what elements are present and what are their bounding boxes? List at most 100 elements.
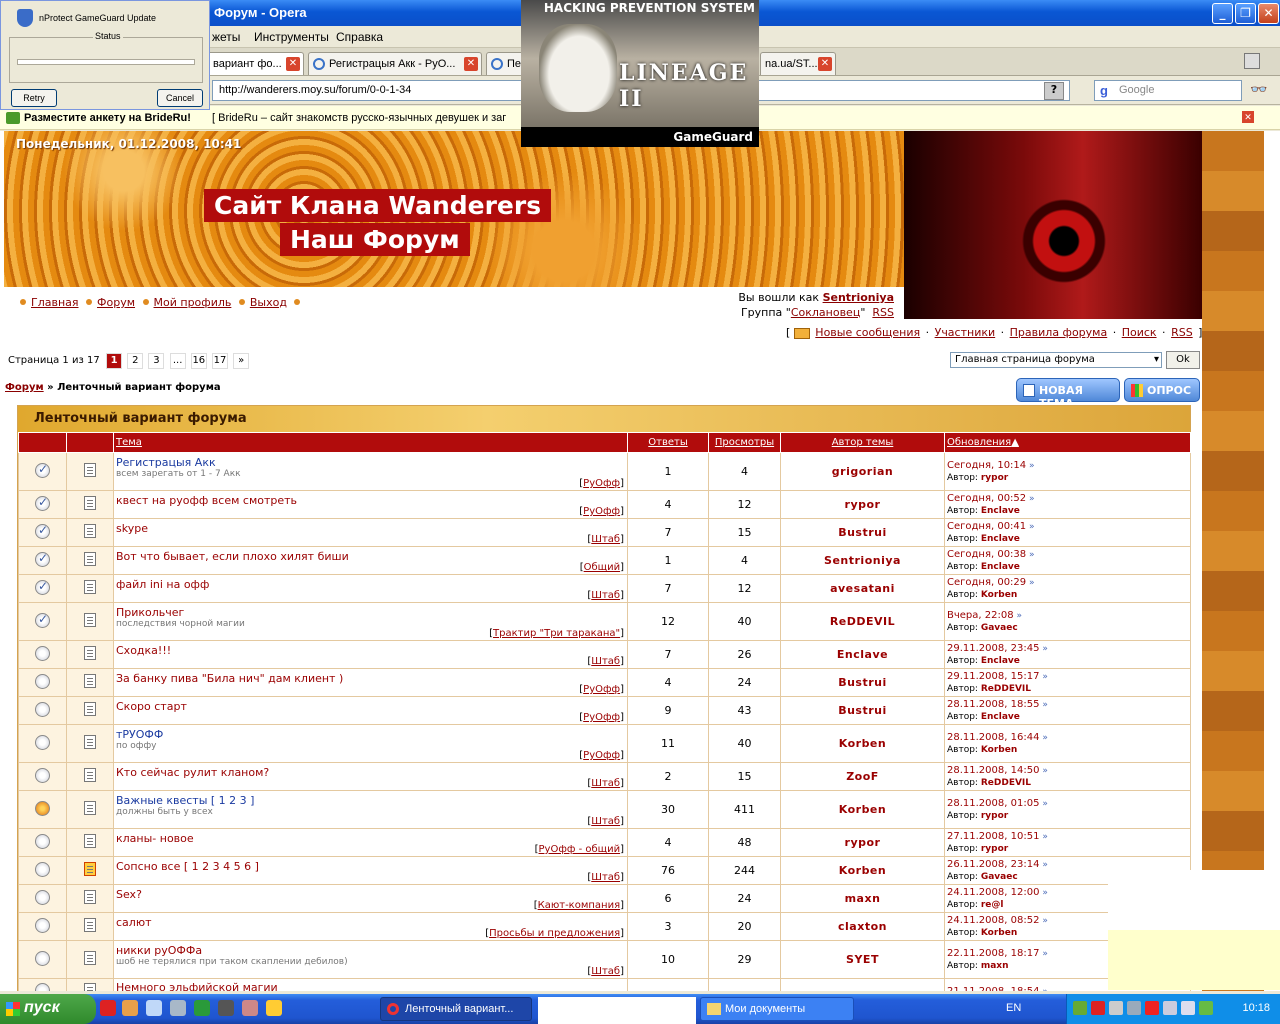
last-post-author[interactable]: Korben: [981, 928, 1017, 938]
topic-section-link[interactable]: Штаб: [591, 966, 620, 977]
user-link[interactable]: Sentrioniya: [823, 291, 894, 304]
last-post-author[interactable]: Enclave: [981, 562, 1020, 572]
help-icon[interactable]: ?: [1044, 82, 1064, 100]
topic-section-link[interactable]: Просьбы и предложения: [489, 928, 620, 939]
last-post-date[interactable]: 28.11.2008, 14:50: [947, 765, 1039, 776]
col-views[interactable]: Просмотры: [715, 437, 774, 448]
topic-author[interactable]: maxn: [780, 884, 945, 913]
topic-title[interactable]: квест на руофф всем смотреть: [116, 494, 624, 507]
breadcrumb-root[interactable]: Форум: [5, 382, 44, 393]
topic-title[interactable]: Прикольчег: [116, 606, 624, 619]
last-post-author[interactable]: rypor: [981, 473, 1008, 483]
topic-section-link[interactable]: РуОфф: [583, 506, 620, 517]
go-to-post-icon[interactable]: »: [1042, 766, 1048, 776]
last-post-date[interactable]: 29.11.2008, 15:17: [947, 671, 1039, 682]
task-my-documents[interactable]: Мои документы: [700, 997, 854, 1021]
topic-section-link[interactable]: РуОфф: [583, 684, 620, 695]
last-post-date[interactable]: Сегодня, 00:41: [947, 521, 1026, 532]
topic-section-link[interactable]: Трактир "Три таракана": [493, 628, 620, 639]
topic-section-link[interactable]: Общий: [584, 562, 620, 573]
tray-icon[interactable]: [1145, 1001, 1159, 1015]
go-to-post-icon[interactable]: »: [1042, 799, 1048, 809]
topic-title[interactable]: Кто сейчас рулит кланом?: [116, 766, 624, 779]
topic-author[interactable]: Korben: [780, 790, 945, 829]
tab-third[interactable]: Пер: [486, 52, 526, 75]
last-post-date[interactable]: 28.11.2008, 18:55: [947, 699, 1039, 710]
topic-author[interactable]: [780, 978, 945, 991]
topic-section-link[interactable]: Штаб: [591, 816, 620, 827]
page-17[interactable]: 17: [212, 353, 228, 369]
last-post-date[interactable]: 26.11.2008, 23:14: [947, 859, 1039, 870]
topic-section-link[interactable]: РуОфф: [583, 712, 620, 723]
topic-section-link[interactable]: РуОфф - общий: [539, 844, 621, 855]
go-to-post-icon[interactable]: »: [1042, 733, 1048, 743]
topic-title[interactable]: skype: [116, 522, 624, 535]
close-tab-icon[interactable]: ✕: [464, 57, 478, 71]
ad-link-2[interactable]: [ BrideRu – сайт знакомств русско-язычны…: [212, 112, 506, 124]
page-3[interactable]: 3: [148, 353, 165, 369]
col-updates[interactable]: Обновления: [947, 437, 1011, 448]
topic-section-link[interactable]: Штаб: [591, 872, 620, 883]
binoculars-icon[interactable]: 👓: [1250, 82, 1272, 98]
topic-author[interactable]: claxton: [780, 912, 945, 941]
language-indicator[interactable]: EN: [1006, 1002, 1021, 1014]
maximize-button[interactable]: ❐: [1235, 3, 1256, 24]
topic-title[interactable]: Немного эльфийской магии: [116, 981, 624, 991]
tray-icon[interactable]: [1109, 1001, 1123, 1015]
new-topic-button[interactable]: НОВАЯ ТЕМА: [1016, 378, 1120, 410]
topic-author[interactable]: grigorian: [780, 452, 945, 491]
retry-button[interactable]: Retry: [11, 89, 57, 107]
topic-title[interactable]: Важные квесты [ 1 2 3 ]: [116, 794, 624, 807]
topic-section-link[interactable]: Штаб: [591, 590, 620, 601]
tab-forum[interactable]: вариант фо... ✕: [206, 52, 304, 75]
ok-button[interactable]: Ok: [1166, 351, 1200, 369]
task-opera[interactable]: Ленточный вариант...: [380, 997, 532, 1021]
page-2[interactable]: 2: [127, 353, 144, 369]
tray-icon[interactable]: [1127, 1001, 1141, 1015]
last-post-date[interactable]: 21.11.2008, 18:54: [947, 986, 1039, 992]
menu-widgets[interactable]: жеты: [212, 30, 240, 44]
col-author[interactable]: Автор темы: [832, 437, 894, 448]
trash-icon[interactable]: [1244, 53, 1260, 69]
last-post-author[interactable]: ReDDEVIL: [981, 684, 1031, 694]
go-to-post-icon[interactable]: »: [1042, 987, 1048, 992]
go-to-post-icon[interactable]: »: [1042, 672, 1048, 682]
rss-link[interactable]: RSS: [1171, 326, 1193, 339]
topic-title[interactable]: файл ini на офф: [116, 578, 624, 591]
ad-link-1[interactable]: Разместите анкету на BrideRu!: [24, 112, 191, 124]
menu-help[interactable]: Справка: [336, 30, 383, 44]
close-ad-icon[interactable]: ✕: [1242, 111, 1254, 123]
go-to-post-icon[interactable]: »: [1029, 494, 1035, 504]
last-post-author[interactable]: ReDDEVIL: [981, 778, 1031, 788]
last-post-author[interactable]: Korben: [981, 745, 1017, 755]
topic-author[interactable]: Korben: [780, 856, 945, 885]
topic-author[interactable]: Bustrui: [780, 668, 945, 697]
group-link[interactable]: Сокланoвец: [791, 306, 861, 319]
go-to-post-icon[interactable]: »: [1042, 700, 1048, 710]
members-link[interactable]: Участники: [935, 326, 996, 339]
last-post-date[interactable]: 24.11.2008, 12:00: [947, 887, 1039, 898]
last-post-author[interactable]: Enclave: [981, 534, 1020, 544]
last-post-date[interactable]: Сегодня, 00:38: [947, 549, 1026, 560]
last-post-date[interactable]: 28.11.2008, 16:44: [947, 732, 1039, 743]
topic-author[interactable]: Korben: [780, 724, 945, 763]
last-post-author[interactable]: re@l: [981, 900, 1004, 910]
search-link[interactable]: Поиск: [1122, 326, 1157, 339]
last-post-author[interactable]: rypor: [981, 844, 1008, 854]
last-post-author[interactable]: Korben: [981, 590, 1017, 600]
close-tab-icon[interactable]: ✕: [818, 57, 832, 71]
last-post-date[interactable]: Сегодня, 00:29: [947, 577, 1026, 588]
last-post-author[interactable]: Gavaec: [981, 623, 1018, 633]
topic-author[interactable]: ZooF: [780, 762, 945, 791]
col-replies[interactable]: Ответы: [648, 437, 687, 448]
last-post-author[interactable]: rypor: [981, 811, 1008, 821]
last-post-author[interactable]: Enclave: [981, 712, 1020, 722]
topic-title[interactable]: никки руОФФа: [116, 944, 624, 957]
last-post-date[interactable]: 24.11.2008, 08:52: [947, 915, 1039, 926]
close-tab-icon[interactable]: ✕: [286, 57, 300, 71]
tab-registration[interactable]: Регистрацыя Акк - РуО... ✕: [308, 52, 482, 75]
go-to-post-icon[interactable]: »: [1016, 611, 1022, 621]
topic-title[interactable]: тРУОФФ: [116, 728, 624, 741]
topic-author[interactable]: rypor: [780, 490, 945, 519]
app-icon[interactable]: [218, 1000, 234, 1016]
